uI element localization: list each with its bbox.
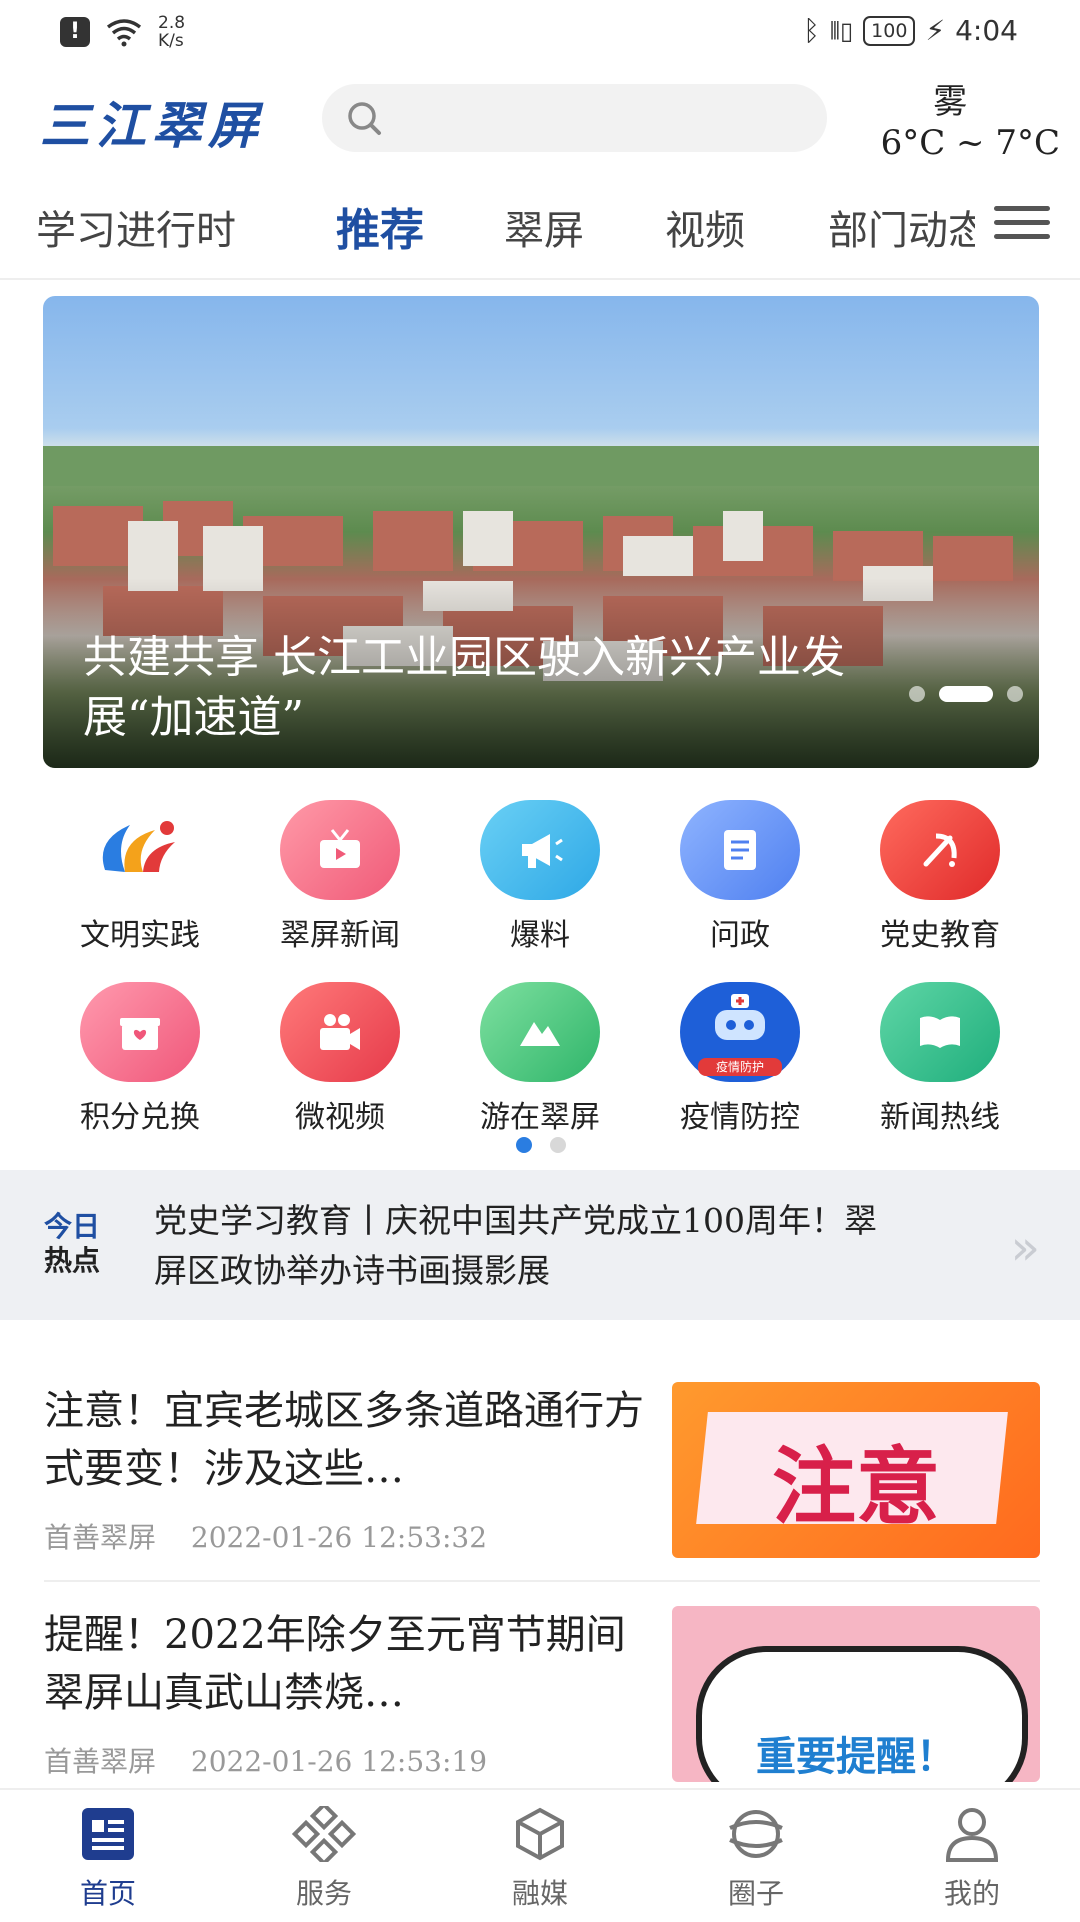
news-thumbnail: 重要提醒！: [672, 1606, 1040, 1782]
service-civilization[interactable]: 文明实践: [40, 800, 240, 982]
clock: 4:04: [955, 14, 1018, 47]
nav-profile[interactable]: 我的: [864, 1790, 1080, 1922]
weather-widget[interactable]: 雾 6°C ~ 7°C: [881, 74, 1060, 163]
weather-condition: 雾: [933, 82, 968, 122]
tab-study[interactable]: 学习进行时: [36, 198, 236, 256]
news-source: 首善翠屏: [44, 1521, 157, 1554]
cube-icon: [516, 1807, 564, 1861]
party-emblem-icon: [880, 800, 1000, 900]
gift-icon: [80, 982, 200, 1082]
indicator-dot: [909, 686, 925, 702]
service-label: 问政: [710, 918, 770, 953]
service-report[interactable]: 爆料: [440, 800, 640, 982]
channel-tabs: 学习进行时 推荐 翠屏 视频 部门动态: [0, 178, 1080, 280]
divider: [44, 1580, 1040, 1582]
indicator-dot: [1007, 686, 1023, 702]
tab-recommend[interactable]: 推荐: [336, 194, 424, 258]
service-label: 疫情防控: [680, 1100, 800, 1135]
today-hot-tag: 今日 热点: [44, 1210, 101, 1277]
app-header: 三江翠屏 雾 6°C ~ 7°C: [0, 66, 1080, 176]
book-icon: [880, 982, 1000, 1082]
mountain-icon: [480, 982, 600, 1082]
circle-icon: [729, 1810, 783, 1858]
service-label: 积分兑换: [80, 1100, 200, 1135]
service-hotline[interactable]: 新闻热线: [840, 982, 1040, 1164]
service-label: 游在翠屏: [480, 1100, 600, 1135]
bottom-navigation: 首页 服务 融媒 圈子 我的: [0, 1788, 1080, 1922]
home-news-icon: [82, 1808, 134, 1860]
service-label: 文明实践: [80, 918, 200, 953]
service-label: 爆料: [510, 918, 570, 953]
menu-icon[interactable]: [994, 200, 1050, 244]
nav-label: 服务: [295, 1877, 352, 1910]
banner-indicator: [909, 686, 1023, 702]
news-time: 2022-01-26 12:53:19: [190, 1745, 488, 1778]
nav-label: 我的: [943, 1877, 1000, 1910]
news-source: 首善翠屏: [44, 1745, 157, 1778]
service-page-indicator: [516, 1137, 566, 1153]
megaphone-icon: [480, 800, 600, 900]
video-camera-icon: [280, 982, 400, 1082]
weather-temperature: 6°C ~ 7°C: [880, 123, 1060, 163]
service-grid: 文明实践 翠屏新闻 爆料 问政 党史教育 积分兑换 微视频 游在翠屏 疫情防护 …: [40, 800, 1040, 1164]
tab-cuiping[interactable]: 翠屏: [504, 198, 584, 256]
nav-home[interactable]: 首页: [0, 1790, 216, 1922]
search-input[interactable]: [402, 96, 806, 142]
app-logo: 三江翠屏: [40, 96, 264, 155]
service-label: 新闻热线: [880, 1100, 1000, 1135]
tab-department[interactable]: 部门动态: [828, 198, 975, 256]
charging-icon: ⚡: [925, 14, 946, 47]
document-icon: [680, 800, 800, 900]
news-item[interactable]: 注意！宜宾老城区多条道路通行方式要变！涉及这些… 首善翠屏 2022-01-26…: [44, 1382, 1040, 1558]
service-label: 党史教育: [880, 918, 1000, 953]
banner-carousel[interactable]: 共建共享 长江工业园区驶入新兴产业发展“加速道”: [43, 296, 1039, 768]
network-speed: 2.8 K/s: [158, 13, 186, 51]
service-label: 翠屏新闻: [280, 918, 400, 953]
nav-label: 融媒: [511, 1877, 568, 1910]
nav-circle[interactable]: 圈子: [648, 1790, 864, 1922]
nav-media[interactable]: 融媒: [432, 1790, 648, 1922]
today-hot-bar[interactable]: 今日 热点 党史学习教育丨庆祝中国共产党成立100周年！翠屏区政协举办诗书画摄影…: [0, 1170, 1080, 1320]
alert-icon: !: [60, 17, 90, 47]
epidemic-badge: 疫情防护: [698, 1058, 782, 1076]
vibrate-icon: ⫴▯: [829, 16, 854, 45]
service-grid-icon: [291, 1801, 357, 1867]
bluetooth-icon: ᛒ: [803, 14, 820, 47]
page-dot-active: [516, 1137, 532, 1153]
service-epidemic[interactable]: 疫情防护 疫情防控: [640, 982, 840, 1164]
indicator-dot-active: [939, 686, 993, 702]
news-time: 2022-01-26 12:53:32: [190, 1521, 488, 1554]
banner-caption: 共建共享 长江工业园区驶入新兴产业发展“加速道”: [83, 632, 845, 743]
news-title: 注意！宜宾老城区多条道路通行方式要变！涉及这些…: [44, 1388, 644, 1492]
service-party-history[interactable]: 党史教育: [840, 800, 1040, 982]
news-item[interactable]: 提醒！2022年除夕至元宵节期间 翠屏山真武山禁烧… 首善翠屏 2022-01-…: [44, 1606, 1040, 1782]
tab-video[interactable]: 视频: [665, 198, 745, 256]
user-icon: [945, 1808, 999, 1862]
service-cuiping-news[interactable]: 翠屏新闻: [240, 800, 440, 982]
today-hot-text: 党史学习教育丨庆祝中国共产党成立100周年！翠屏区政协举办诗书画摄影展: [154, 1201, 877, 1290]
status-bar: ! 2.8 K/s ᛒ ⫴▯ 100 ⚡ 4:04: [0, 0, 1080, 66]
nav-label: 首页: [79, 1877, 136, 1910]
search-bar[interactable]: [322, 84, 827, 152]
service-label: 微视频: [295, 1100, 385, 1135]
tv-icon: [280, 800, 400, 900]
nav-service[interactable]: 服务: [216, 1790, 432, 1922]
news-thumbnail: 注意: [672, 1382, 1040, 1558]
service-micro-video[interactable]: 微视频: [240, 982, 440, 1164]
service-inquiry[interactable]: 问政: [640, 800, 840, 982]
wifi-icon: [106, 19, 142, 47]
robot-icon: 疫情防护: [680, 982, 800, 1082]
nav-label: 圈子: [727, 1877, 784, 1910]
news-title: 提醒！2022年除夕至元宵节期间 翠屏山真武山禁烧…: [44, 1612, 626, 1716]
double-chevron-right-icon[interactable]: »: [1011, 1220, 1040, 1276]
civilization-logo-icon: [80, 800, 200, 900]
page-dot: [550, 1137, 566, 1153]
search-icon: [348, 102, 381, 135]
service-points[interactable]: 积分兑换: [40, 982, 240, 1164]
battery-icon: 100: [863, 15, 916, 46]
